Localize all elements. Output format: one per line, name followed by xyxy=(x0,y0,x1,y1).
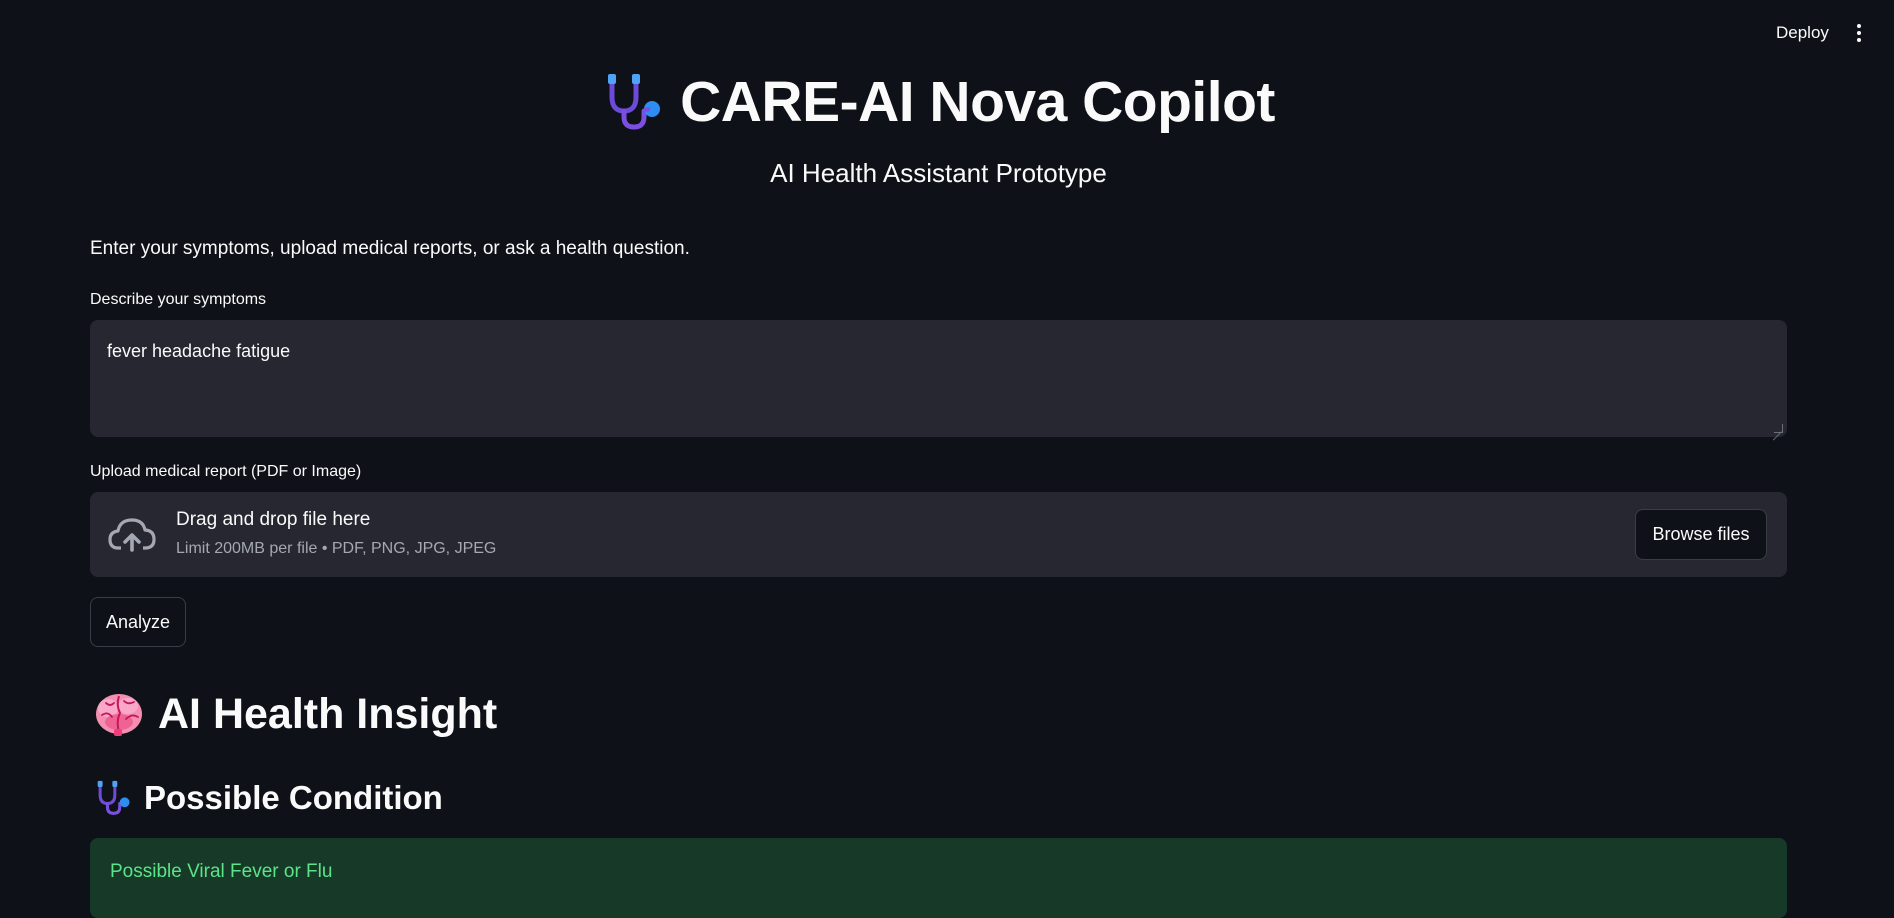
brain-icon xyxy=(96,694,142,736)
resize-handle-icon[interactable] xyxy=(1774,424,1783,433)
kebab-menu-icon[interactable] xyxy=(1846,20,1872,46)
condition-result-alert: Possible Viral Fever or Flu xyxy=(90,838,1787,918)
analyze-button[interactable]: Analyze xyxy=(90,597,186,647)
upload-label: Upload medical report (PDF or Image) xyxy=(90,463,362,480)
condition-heading: Possible Condition xyxy=(94,773,443,823)
condition-title: Possible Condition xyxy=(144,779,443,816)
page-subtitle: AI Health Assistant Prototype xyxy=(770,158,1107,188)
insight-title: AI Health Insight xyxy=(158,690,498,738)
dropzone-hint: Limit 200MB per file • PDF, PNG, JPG, JP… xyxy=(176,540,497,557)
dropzone-title: Drag and drop file here xyxy=(176,509,371,530)
stethoscope-icon xyxy=(608,74,661,130)
symptoms-label: Describe your symptoms xyxy=(90,291,267,308)
top-toolbar: Deploy xyxy=(0,0,1894,66)
cloud-upload-icon xyxy=(108,518,156,552)
browse-files-button[interactable]: Browse files xyxy=(1635,509,1767,560)
symptoms-value: fever headache fatigue xyxy=(107,341,291,361)
title-row: CARE-AI Nova Copilot xyxy=(90,62,1787,142)
symptoms-textarea[interactable]: fever headache fatigue xyxy=(90,320,1787,437)
intro-text: Enter your symptoms, upload medical repo… xyxy=(90,238,690,259)
stethoscope-icon xyxy=(97,780,130,815)
condition-result-text: Possible Viral Fever or Flu xyxy=(110,861,333,882)
insight-heading: AI Health Insight xyxy=(94,684,497,744)
page-title: CARE-AI Nova Copilot xyxy=(680,70,1275,134)
deploy-button[interactable]: Deploy xyxy=(1764,20,1841,46)
file-dropzone[interactable]: Drag and drop file here Limit 200MB per … xyxy=(90,492,1787,577)
